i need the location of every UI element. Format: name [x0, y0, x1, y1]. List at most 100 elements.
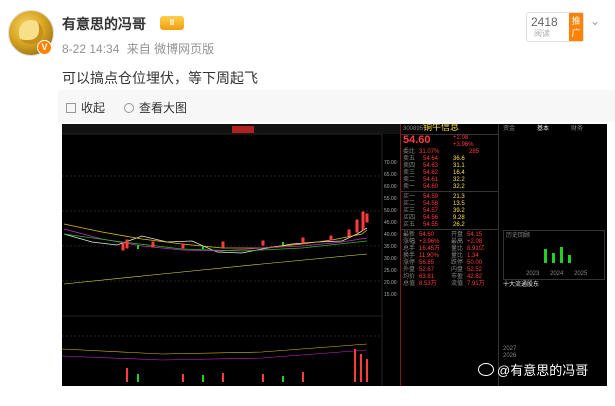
stat-row: 均价 63.81 市盈 42.82	[401, 274, 498, 281]
chevron-down-icon[interactable]: ⌄	[590, 14, 600, 28]
stock-name: 铜牛信息	[423, 124, 460, 132]
svg-text:15.00: 15.00	[384, 292, 397, 298]
ask-price: 54.64	[423, 156, 439, 162]
post-date[interactable]: 8-22 14:34	[62, 42, 119, 56]
bid-label: 买五	[403, 222, 416, 228]
stat-key: 换手	[403, 253, 416, 259]
bid-price: 54.55	[423, 222, 439, 228]
stat-value-2: 50.00	[467, 260, 483, 266]
username[interactable]: 有意思的冯哥	[62, 14, 146, 34]
svg-text:20.00: 20.00	[384, 280, 397, 286]
bid-price: 54.59	[423, 194, 439, 200]
ask-row: 卖一 54.60 32.2	[401, 184, 498, 191]
stat-row: 换手 11.90% 量比 1.34	[401, 253, 498, 260]
stat-key-2: 量比	[451, 246, 464, 252]
committee-diff: 285	[469, 149, 480, 155]
shareholders-section[interactable]: 十大流通股东	[503, 282, 539, 289]
collapse-label: 收起	[81, 101, 106, 115]
ask-price: 54.62	[423, 170, 439, 176]
tab-funds[interactable]: 资金	[503, 126, 515, 133]
svg-text:65.00: 65.00	[384, 172, 397, 178]
ask-label: 卖四	[403, 163, 416, 169]
stat-key-2: 量比	[451, 253, 464, 259]
bid-price: 54.58	[423, 201, 439, 207]
stat-key-2: 开盘	[451, 232, 464, 238]
sh-row-1: 2027	[503, 346, 517, 352]
stat-row: 总值 8.53万 流值 7.91万	[401, 281, 498, 288]
svg-text:70.00: 70.00	[384, 160, 397, 166]
magnify-icon	[124, 103, 134, 113]
stat-row: 总手 16.45万 量比 8.91亿	[401, 246, 498, 253]
fundamentals-panel: 资金 基本 财务 历史回顾 2023 2024 2025 十大流通股东 2027…	[498, 124, 607, 386]
ask-label: 卖五	[403, 156, 416, 162]
stat-value-2: +2.08	[467, 239, 483, 245]
committee-value: 31.07%	[419, 149, 440, 155]
post-source: 来自 微博网页版	[126, 42, 215, 56]
stat-key: 外盘	[403, 267, 416, 273]
ask-vol: 32.2	[453, 177, 465, 183]
bid-vol: 9.28	[453, 215, 465, 221]
ask-row: 卖三 54.62 16.4	[401, 170, 498, 177]
ask-vol: 31.1	[453, 163, 465, 169]
stat-key: 均价	[403, 274, 416, 280]
stat-value-2: 8.91亿	[467, 246, 485, 252]
price-axis: 70.00 65.00 60.00 55.00 50.00 45.00 40.0…	[384, 160, 397, 298]
svg-text:35.00: 35.00	[384, 244, 397, 250]
view-large-label: 查看大图	[139, 101, 188, 115]
stat-value: +3.96%	[419, 239, 440, 245]
post-image[interactable]: 70.00 65.00 60.00 55.00 50.00 45.00 40.0…	[62, 124, 607, 386]
stat-value: 16.45万	[419, 246, 441, 252]
ask-price: 54.60	[423, 184, 439, 190]
stat-row: 涨停 56.85 跌停 50.00	[401, 260, 498, 267]
promote-button[interactable]: 2418 阅读 推广	[526, 12, 584, 42]
tab-finance[interactable]: 财务	[571, 126, 583, 133]
svg-text:45.00: 45.00	[384, 220, 397, 226]
kline-chart: 70.00 65.00 60.00 55.00 50.00 45.00 40.0…	[62, 124, 400, 386]
stat-key-2: 跌停	[451, 260, 464, 266]
ask-vol: 16.4	[453, 170, 465, 176]
stat-value-2: 52.52	[467, 267, 483, 273]
svg-text:50.00: 50.00	[384, 208, 397, 214]
bid-label: 买一	[403, 194, 416, 200]
bid-vol: 26.2	[453, 222, 465, 228]
ask-price: 54.61	[423, 177, 439, 183]
bid-label: 买四	[403, 215, 416, 221]
ask-vol: 36.6	[453, 156, 465, 162]
image-toolbar: 收起 查看大图	[58, 90, 615, 122]
stat-value: 11.90%	[419, 253, 439, 259]
svg-text:25.00: 25.00	[384, 268, 397, 274]
bid-label: 买二	[403, 201, 416, 207]
verified-badge: V	[37, 40, 52, 55]
stat-key: 涨停	[403, 260, 416, 266]
bid-vol: 13.5	[453, 201, 465, 207]
ask-label: 卖二	[403, 177, 416, 183]
year-3: 2025	[574, 271, 588, 277]
svg-text:55.00: 55.00	[384, 196, 397, 202]
stat-value-2: 7.91万	[467, 281, 485, 287]
stat-row: 外盘 52.67 内盘 52.52	[401, 267, 498, 274]
promote-tag: 推广	[569, 13, 583, 41]
stat-row: 最新 54.60 开盘 54.15	[401, 232, 498, 239]
bid-row: 买四 54.56 9.28	[401, 215, 498, 222]
bid-vol: 39.2	[453, 208, 465, 214]
svg-text:60.00: 60.00	[384, 184, 397, 190]
stat-key: 总值	[403, 281, 416, 287]
bid-row: 买三 54.57 39.2	[401, 208, 498, 215]
stat-key: 最新	[403, 232, 416, 238]
stat-value: 56.85	[419, 260, 435, 266]
post-text: 可以搞点仓位埋伏，等下周起飞	[62, 70, 258, 86]
tab-basic[interactable]: 基本	[537, 126, 549, 133]
stat-key-2: 内盘	[451, 267, 464, 273]
bid-row: 买二 54.58 13.5	[401, 201, 498, 208]
stat-row: 涨幅 +3.96% 最高 +2.08	[401, 239, 498, 246]
committee-label: 委比	[403, 149, 416, 155]
stock-code: 300895	[403, 126, 424, 132]
bid-vol: 21.3	[453, 194, 465, 200]
collapse-button[interactable]: 收起	[66, 99, 105, 116]
weibo-logo-icon	[478, 363, 494, 376]
candles	[121, 211, 369, 251]
stat-key: 总手	[403, 246, 416, 252]
view-large-button[interactable]: 查看大图	[124, 99, 187, 116]
stat-value: 52.67	[419, 267, 435, 273]
ask-label: 卖一	[403, 184, 416, 190]
